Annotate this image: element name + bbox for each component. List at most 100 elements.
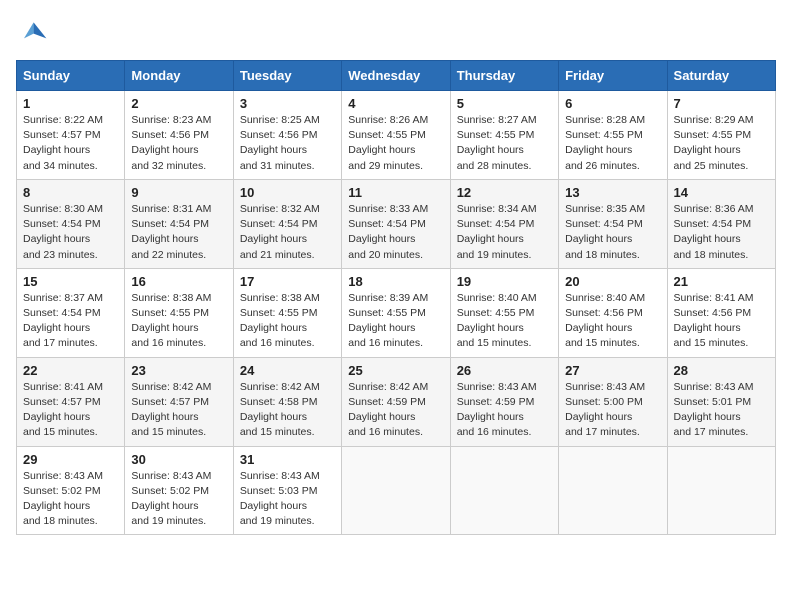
day-info: Sunrise: 8:43 AM Sunset: 5:00 PM Dayligh… <box>565 380 660 441</box>
calendar-cell: 27 Sunrise: 8:43 AM Sunset: 5:00 PM Dayl… <box>559 357 667 446</box>
day-info: Sunrise: 8:39 AM Sunset: 4:55 PM Dayligh… <box>348 291 443 352</box>
day-number: 18 <box>348 274 443 289</box>
weekday-header-thursday: Thursday <box>450 61 558 91</box>
day-number: 2 <box>131 96 226 111</box>
day-info: Sunrise: 8:43 AM Sunset: 4:59 PM Dayligh… <box>457 380 552 441</box>
calendar-cell: 23 Sunrise: 8:42 AM Sunset: 4:57 PM Dayl… <box>125 357 233 446</box>
day-number: 30 <box>131 452 226 467</box>
calendar-cell: 17 Sunrise: 8:38 AM Sunset: 4:55 PM Dayl… <box>233 268 341 357</box>
calendar-cell: 31 Sunrise: 8:43 AM Sunset: 5:03 PM Dayl… <box>233 446 341 535</box>
day-number: 14 <box>674 185 769 200</box>
day-number: 22 <box>23 363 118 378</box>
calendar-cell: 29 Sunrise: 8:43 AM Sunset: 5:02 PM Dayl… <box>17 446 125 535</box>
calendar-cell: 2 Sunrise: 8:23 AM Sunset: 4:56 PM Dayli… <box>125 91 233 180</box>
day-number: 11 <box>348 185 443 200</box>
day-number: 4 <box>348 96 443 111</box>
day-number: 27 <box>565 363 660 378</box>
day-info: Sunrise: 8:42 AM Sunset: 4:59 PM Dayligh… <box>348 380 443 441</box>
calendar-cell: 24 Sunrise: 8:42 AM Sunset: 4:58 PM Dayl… <box>233 357 341 446</box>
day-info: Sunrise: 8:42 AM Sunset: 4:58 PM Dayligh… <box>240 380 335 441</box>
calendar-cell: 4 Sunrise: 8:26 AM Sunset: 4:55 PM Dayli… <box>342 91 450 180</box>
weekday-header-row: SundayMondayTuesdayWednesdayThursdayFrid… <box>17 61 776 91</box>
day-info: Sunrise: 8:43 AM Sunset: 5:02 PM Dayligh… <box>23 469 118 530</box>
day-number: 5 <box>457 96 552 111</box>
day-info: Sunrise: 8:33 AM Sunset: 4:54 PM Dayligh… <box>348 202 443 263</box>
day-info: Sunrise: 8:26 AM Sunset: 4:55 PM Dayligh… <box>348 113 443 174</box>
day-info: Sunrise: 8:41 AM Sunset: 4:57 PM Dayligh… <box>23 380 118 441</box>
calendar-cell: 19 Sunrise: 8:40 AM Sunset: 4:55 PM Dayl… <box>450 268 558 357</box>
day-info: Sunrise: 8:34 AM Sunset: 4:54 PM Dayligh… <box>457 202 552 263</box>
day-info: Sunrise: 8:25 AM Sunset: 4:56 PM Dayligh… <box>240 113 335 174</box>
day-number: 24 <box>240 363 335 378</box>
day-number: 31 <box>240 452 335 467</box>
day-number: 16 <box>131 274 226 289</box>
day-info: Sunrise: 8:37 AM Sunset: 4:54 PM Dayligh… <box>23 291 118 352</box>
calendar-cell: 10 Sunrise: 8:32 AM Sunset: 4:54 PM Dayl… <box>233 179 341 268</box>
calendar-cell <box>342 446 450 535</box>
weekday-header-sunday: Sunday <box>17 61 125 91</box>
calendar-cell <box>450 446 558 535</box>
calendar-cell: 14 Sunrise: 8:36 AM Sunset: 4:54 PM Dayl… <box>667 179 775 268</box>
day-number: 12 <box>457 185 552 200</box>
calendar-cell: 6 Sunrise: 8:28 AM Sunset: 4:55 PM Dayli… <box>559 91 667 180</box>
day-number: 21 <box>674 274 769 289</box>
calendar-body: 1 Sunrise: 8:22 AM Sunset: 4:57 PM Dayli… <box>17 91 776 535</box>
day-info: Sunrise: 8:29 AM Sunset: 4:55 PM Dayligh… <box>674 113 769 174</box>
day-info: Sunrise: 8:32 AM Sunset: 4:54 PM Dayligh… <box>240 202 335 263</box>
day-info: Sunrise: 8:42 AM Sunset: 4:57 PM Dayligh… <box>131 380 226 441</box>
day-number: 17 <box>240 274 335 289</box>
week-row-2: 8 Sunrise: 8:30 AM Sunset: 4:54 PM Dayli… <box>17 179 776 268</box>
day-info: Sunrise: 8:30 AM Sunset: 4:54 PM Dayligh… <box>23 202 118 263</box>
calendar-cell: 8 Sunrise: 8:30 AM Sunset: 4:54 PM Dayli… <box>17 179 125 268</box>
weekday-header-monday: Monday <box>125 61 233 91</box>
day-info: Sunrise: 8:36 AM Sunset: 4:54 PM Dayligh… <box>674 202 769 263</box>
day-number: 25 <box>348 363 443 378</box>
logo <box>16 16 52 48</box>
day-info: Sunrise: 8:27 AM Sunset: 4:55 PM Dayligh… <box>457 113 552 174</box>
day-info: Sunrise: 8:43 AM Sunset: 5:01 PM Dayligh… <box>674 380 769 441</box>
calendar-cell: 5 Sunrise: 8:27 AM Sunset: 4:55 PM Dayli… <box>450 91 558 180</box>
day-number: 13 <box>565 185 660 200</box>
calendar-cell: 1 Sunrise: 8:22 AM Sunset: 4:57 PM Dayli… <box>17 91 125 180</box>
day-number: 8 <box>23 185 118 200</box>
day-number: 9 <box>131 185 226 200</box>
day-number: 28 <box>674 363 769 378</box>
calendar-cell: 9 Sunrise: 8:31 AM Sunset: 4:54 PM Dayli… <box>125 179 233 268</box>
day-info: Sunrise: 8:40 AM Sunset: 4:55 PM Dayligh… <box>457 291 552 352</box>
day-info: Sunrise: 8:40 AM Sunset: 4:56 PM Dayligh… <box>565 291 660 352</box>
calendar-cell: 7 Sunrise: 8:29 AM Sunset: 4:55 PM Dayli… <box>667 91 775 180</box>
day-info: Sunrise: 8:43 AM Sunset: 5:03 PM Dayligh… <box>240 469 335 530</box>
day-info: Sunrise: 8:23 AM Sunset: 4:56 PM Dayligh… <box>131 113 226 174</box>
week-row-3: 15 Sunrise: 8:37 AM Sunset: 4:54 PM Dayl… <box>17 268 776 357</box>
calendar-cell: 28 Sunrise: 8:43 AM Sunset: 5:01 PM Dayl… <box>667 357 775 446</box>
day-number: 19 <box>457 274 552 289</box>
calendar-cell: 18 Sunrise: 8:39 AM Sunset: 4:55 PM Dayl… <box>342 268 450 357</box>
week-row-4: 22 Sunrise: 8:41 AM Sunset: 4:57 PM Dayl… <box>17 357 776 446</box>
page-header <box>16 16 776 48</box>
calendar-cell: 13 Sunrise: 8:35 AM Sunset: 4:54 PM Dayl… <box>559 179 667 268</box>
day-info: Sunrise: 8:38 AM Sunset: 4:55 PM Dayligh… <box>240 291 335 352</box>
day-info: Sunrise: 8:31 AM Sunset: 4:54 PM Dayligh… <box>131 202 226 263</box>
logo-icon <box>16 16 48 48</box>
day-number: 6 <box>565 96 660 111</box>
calendar-cell: 12 Sunrise: 8:34 AM Sunset: 4:54 PM Dayl… <box>450 179 558 268</box>
day-info: Sunrise: 8:22 AM Sunset: 4:57 PM Dayligh… <box>23 113 118 174</box>
day-number: 26 <box>457 363 552 378</box>
day-number: 29 <box>23 452 118 467</box>
weekday-header-wednesday: Wednesday <box>342 61 450 91</box>
calendar-cell: 15 Sunrise: 8:37 AM Sunset: 4:54 PM Dayl… <box>17 268 125 357</box>
calendar-header: SundayMondayTuesdayWednesdayThursdayFrid… <box>17 61 776 91</box>
day-number: 10 <box>240 185 335 200</box>
calendar-cell: 3 Sunrise: 8:25 AM Sunset: 4:56 PM Dayli… <box>233 91 341 180</box>
calendar-cell: 20 Sunrise: 8:40 AM Sunset: 4:56 PM Dayl… <box>559 268 667 357</box>
calendar-cell: 11 Sunrise: 8:33 AM Sunset: 4:54 PM Dayl… <box>342 179 450 268</box>
calendar-cell <box>559 446 667 535</box>
day-info: Sunrise: 8:38 AM Sunset: 4:55 PM Dayligh… <box>131 291 226 352</box>
calendar-cell: 30 Sunrise: 8:43 AM Sunset: 5:02 PM Dayl… <box>125 446 233 535</box>
calendar-cell: 16 Sunrise: 8:38 AM Sunset: 4:55 PM Dayl… <box>125 268 233 357</box>
weekday-header-saturday: Saturday <box>667 61 775 91</box>
day-number: 1 <box>23 96 118 111</box>
week-row-5: 29 Sunrise: 8:43 AM Sunset: 5:02 PM Dayl… <box>17 446 776 535</box>
day-number: 3 <box>240 96 335 111</box>
calendar-cell <box>667 446 775 535</box>
